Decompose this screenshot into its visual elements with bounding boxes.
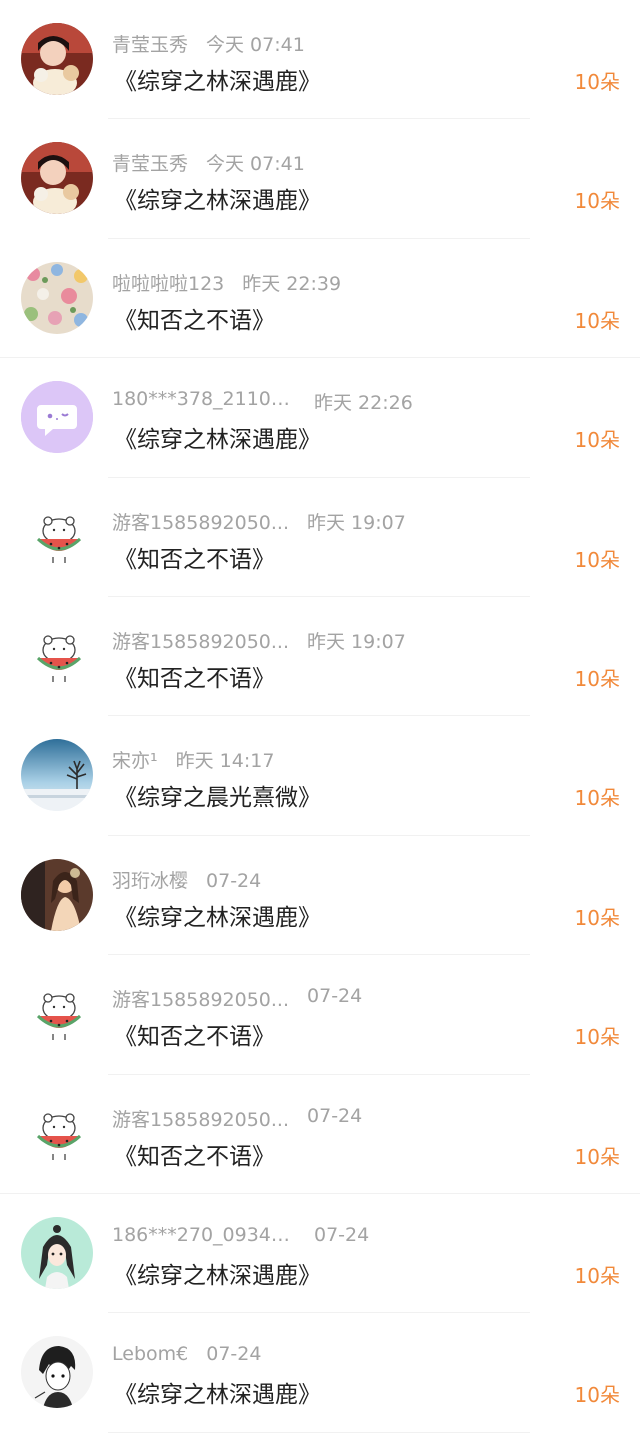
flower-amount: 10朵 [574, 1263, 620, 1288]
timestamp: 07-24 [314, 1223, 370, 1246]
list-item[interactable]: 青莹玉秀 今天 07:41 《综穿之林深遇鹿》 10朵 [0, 119, 640, 240]
flower-amount: 10朵 [574, 428, 620, 453]
book-title[interactable]: 《知否之不语》 [114, 301, 275, 335]
username[interactable]: 180***378_21103... [112, 388, 296, 410]
username[interactable]: 游客1585892050... [112, 985, 289, 1012]
timestamp: 今天 07:41 [206, 153, 305, 176]
timestamp: 07-24 [206, 1343, 262, 1366]
list-item[interactable]: Lebom€ 07-24 《综穿之林深遇鹿》 10朵 [0, 1313, 640, 1433]
flower-amount: 10朵 [574, 189, 620, 214]
list-item[interactable]: 186***270_09348... 07-24 《综穿之林深遇鹿》 10朵 [0, 1194, 640, 1314]
flower-amount: 10朵 [574, 308, 620, 333]
timestamp: 昨天 19:07 [307, 630, 406, 653]
flower-amount: 10朵 [574, 70, 620, 94]
book-title[interactable]: 《知否之不语》 [114, 659, 275, 693]
book-title[interactable]: 《综穿之林深遇鹿》 [114, 898, 321, 932]
winter-tree-avatar[interactable] [21, 739, 93, 812]
book-title[interactable]: 《综穿之林深遇鹿》 [114, 62, 321, 96]
timestamp: 昨天 22:39 [242, 272, 342, 295]
username[interactable]: 186***270_09348... [112, 1224, 296, 1246]
timestamp: 今天 07:41 [206, 34, 305, 56]
timestamp: 昨天 14:17 [175, 750, 275, 773]
record-meta: 羽珩冰樱 07-24 [112, 866, 262, 893]
book-title[interactable]: 《综穿之林深遇鹿》 [114, 420, 321, 454]
timestamp: 昨天 19:07 [307, 511, 406, 534]
list-item[interactable]: 180***378_21103... 昨天 22:26 《综穿之林深遇鹿》 10朵 [0, 358, 640, 478]
flower-amount: 10朵 [574, 666, 620, 691]
watermelon-bear-avatar[interactable] [21, 619, 93, 692]
watermelon-bear-avatar[interactable] [21, 978, 93, 1051]
record-meta: 青莹玉秀 今天 07:41 [112, 30, 305, 57]
flower-amount: 10朵 [574, 1383, 620, 1408]
username[interactable]: 宋亦¹ [112, 746, 158, 773]
record-meta: 游客1585892050... 07-24 [112, 985, 363, 1012]
username[interactable]: 游客1585892050... [112, 627, 289, 654]
book-title[interactable]: 《综穿之林深遇鹿》 [114, 1375, 321, 1409]
portrait-photo-avatar[interactable] [21, 858, 93, 931]
username[interactable]: 羽珩冰樱 [112, 866, 188, 893]
username[interactable]: 青莹玉秀 [112, 149, 188, 176]
record-meta: 180***378_21103... 昨天 22:26 [112, 388, 413, 415]
default-chat-avatar[interactable] [21, 381, 93, 454]
username[interactable]: Lebom€ [112, 1343, 188, 1365]
book-title[interactable]: 《知否之不语》 [114, 1137, 275, 1171]
record-meta: 游客1585892050... 07-24 [112, 1104, 363, 1132]
book-title[interactable]: 《知否之不语》 [114, 1017, 275, 1051]
list-item[interactable]: 羽珩冰樱 07-24 《综穿之林深遇鹿》 10朵 [0, 836, 640, 956]
flower-amount: 10朵 [574, 1025, 620, 1050]
watermelon-bear-avatar[interactable] [21, 500, 93, 573]
timestamp: 07-24 [206, 869, 262, 892]
flower-amount: 10朵 [574, 1144, 620, 1169]
list-item[interactable]: 啦啦啦啦123 昨天 22:39 《知否之不语》 10朵 [0, 239, 640, 359]
watermelon-bear-avatar[interactable] [21, 1097, 93, 1170]
record-meta: 青莹玉秀 今天 07:41 [112, 149, 305, 176]
username[interactable]: 游客1585892050... [112, 508, 289, 535]
record-meta: 游客1585892050... 昨天 19:07 [112, 627, 406, 654]
record-meta: 啦啦啦啦123 昨天 22:39 [112, 269, 342, 296]
timestamp: 07-24 [307, 1104, 363, 1127]
list-item[interactable]: 宋亦¹ 昨天 14:17 《综穿之晨光熹微》 10朵 [0, 716, 640, 837]
username[interactable]: 游客1585892050... [112, 1105, 289, 1132]
book-title[interactable]: 《综穿之林深遇鹿》 [114, 1256, 321, 1290]
record-meta: 游客1585892050... 昨天 19:07 [112, 508, 406, 535]
list-item[interactable]: 游客1585892050... 昨天 19:07 《知否之不语》 10朵 [0, 597, 640, 717]
flower-amount: 10朵 [574, 905, 620, 930]
list-item[interactable]: 青莹玉秀 今天 07:41 《综穿之林深遇鹿》 10朵 [0, 0, 640, 120]
timestamp: 昨天 22:26 [314, 392, 413, 415]
anime-boy-avatar[interactable] [21, 1336, 93, 1409]
record-meta: Lebom€ 07-24 [112, 1343, 261, 1367]
record-meta: 186***270_09348... 07-24 [112, 1224, 369, 1248]
list-item[interactable]: 游客1585892050... 昨天 19:07 《知否之不语》 10朵 [0, 478, 640, 598]
book-title[interactable]: 《综穿之晨光熹微》 [114, 778, 321, 812]
username[interactable]: 啦啦啦啦123 [112, 269, 224, 296]
record-meta: 宋亦¹ 昨天 14:17 [112, 746, 275, 773]
gift-record-list: 青莹玉秀 今天 07:41 《综穿之林深遇鹿》 10朵 青莹玉秀 今天 07:41 … [0, 0, 640, 1433]
flower-amount: 10朵 [574, 786, 620, 811]
girl-photo-avatar[interactable] [21, 142, 93, 215]
girl-photo-avatar[interactable] [21, 23, 93, 95]
flower-amount: 10朵 [574, 547, 620, 572]
list-item[interactable]: 游客1585892050... 07-24 《知否之不语》 10朵 [0, 1075, 640, 1195]
timestamp: 07-24 [307, 985, 363, 1008]
anime-girl-avatar[interactable] [21, 1216, 93, 1289]
book-title[interactable]: 《知否之不语》 [114, 540, 275, 574]
username[interactable]: 青莹玉秀 [112, 30, 188, 57]
list-item[interactable]: 游客1585892050... 07-24 《知否之不语》 10朵 [0, 955, 640, 1075]
floral-pattern-avatar[interactable] [21, 261, 93, 334]
book-title[interactable]: 《综穿之林深遇鹿》 [114, 181, 321, 215]
